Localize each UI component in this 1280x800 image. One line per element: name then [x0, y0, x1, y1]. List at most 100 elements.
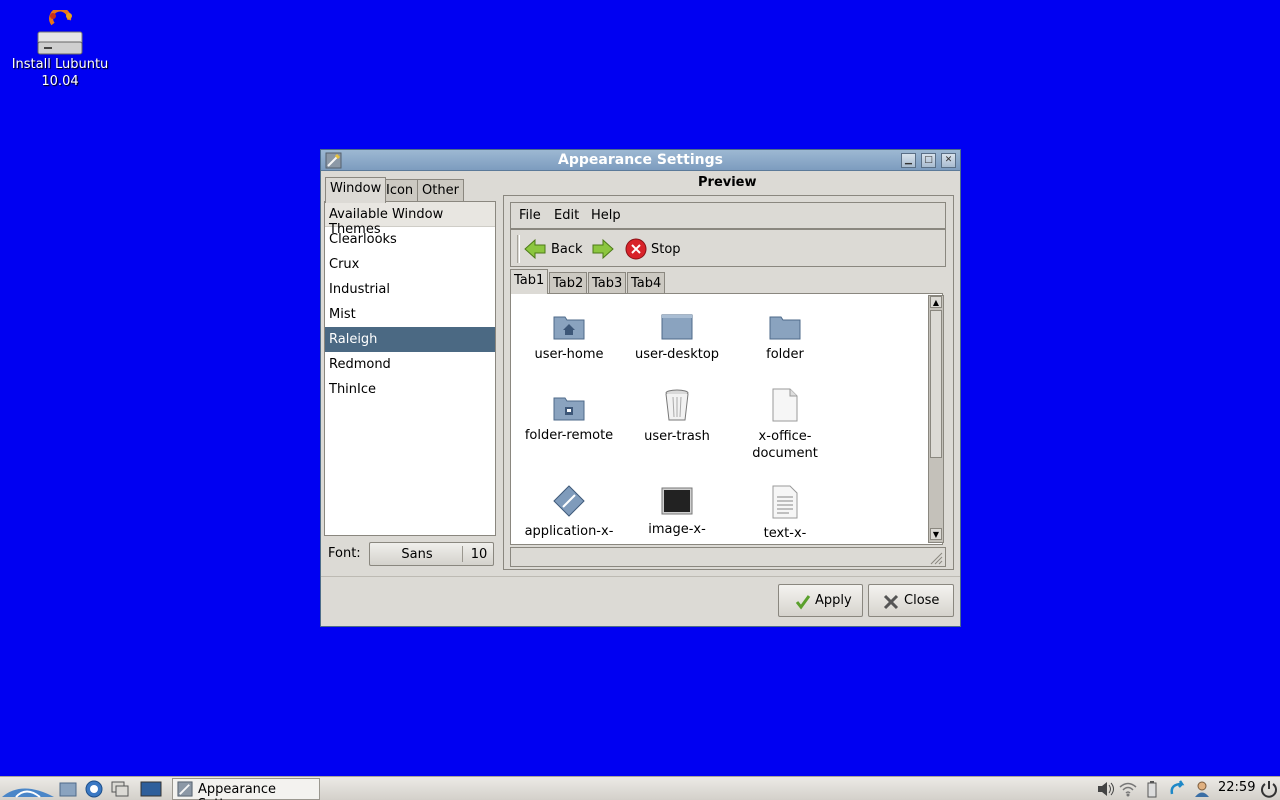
user-desktop-icon: [661, 314, 693, 340]
preview-toolbar: Back Stop: [510, 229, 946, 267]
appearance-task-icon: [177, 781, 193, 797]
file-manager-icon: [59, 782, 77, 797]
toolbar-grip[interactable]: [517, 235, 520, 263]
folder-remote-icon: [553, 397, 585, 421]
icon-label-user-desktop: user-desktop: [634, 347, 720, 362]
theme-item-mist[interactable]: Mist: [325, 302, 495, 327]
workspace-icon: [140, 781, 162, 797]
font-label: Font:: [328, 546, 361, 561]
task-appearance-settings[interactable]: Appearance Sett...: [172, 778, 320, 800]
resize-grip-icon: [930, 552, 943, 565]
menu-help[interactable]: Help: [591, 208, 621, 223]
desktop-icon-label-line1: Install Lubuntu: [11, 57, 109, 72]
font-row: Font: Sans 10: [324, 538, 496, 568]
folder-icon: [769, 316, 801, 340]
back-label: Back: [551, 242, 583, 257]
icon-cell-folder-remote[interactable]: folder-remote: [515, 393, 623, 444]
icon-label-image-x: image-x-: [648, 522, 706, 537]
show-desktop-button[interactable]: [110, 780, 130, 798]
preview-statusbar: [510, 547, 946, 567]
clock[interactable]: 22:59: [1218, 780, 1255, 795]
theme-item-industrial[interactable]: Industrial: [325, 277, 495, 302]
forward-arrow-icon: [592, 238, 614, 260]
theme-item-redmond[interactable]: Redmond: [325, 352, 495, 377]
scroll-up-icon[interactable]: ▲: [930, 296, 942, 308]
update-icon: [1170, 780, 1185, 795]
network-tray[interactable]: [1118, 780, 1138, 798]
tab-tab2[interactable]: Tab2: [549, 272, 588, 294]
scroll-down-icon[interactable]: ▼: [930, 528, 942, 540]
user-home-icon: [553, 316, 585, 340]
preview-icon-view: user-home user-desktop folder folder-rem…: [510, 293, 943, 545]
icon-label-folder: folder: [766, 347, 804, 362]
theme-item-crux[interactable]: Crux: [325, 252, 495, 277]
window-titlebar[interactable]: Appearance Settings ▁ □ ✕: [321, 150, 960, 171]
forward-button[interactable]: [591, 238, 617, 262]
icon-cell-text-x[interactable]: text-x-: [731, 485, 839, 542]
preview-title: Preview: [698, 175, 757, 190]
x-office-document-icon: [772, 388, 798, 422]
volume-tray[interactable]: [1096, 780, 1116, 798]
icon-label-folder-remote: folder-remote: [524, 428, 614, 443]
dialog-button-bar: Apply Close: [321, 576, 960, 628]
themes-list-header[interactable]: Available Window Themes: [325, 202, 495, 237]
task-label: Appearance Sett...: [198, 782, 277, 800]
image-x-icon: [661, 487, 693, 515]
minimize-button[interactable]: ▁: [901, 153, 916, 168]
scroll-thumb[interactable]: [930, 310, 942, 458]
window-themes-list: Available Window Themes Clearlooks Crux …: [324, 201, 496, 536]
tab-icon[interactable]: Icon: [381, 179, 419, 202]
icon-cell-user-desktop[interactable]: user-desktop: [623, 312, 731, 363]
menu-edit[interactable]: Edit: [554, 208, 579, 223]
icon-cell-user-home[interactable]: user-home: [515, 312, 623, 363]
desktop-pager[interactable]: [140, 780, 162, 798]
wifi-icon: [1119, 782, 1137, 797]
close-x-icon: [883, 594, 899, 610]
desktop-icon-install-lubuntu[interactable]: Install Lubuntu 10.04: [8, 7, 112, 90]
browser-launcher[interactable]: [84, 780, 104, 798]
battery-tray[interactable]: [1144, 780, 1164, 798]
tab-tab3[interactable]: Tab3: [588, 272, 627, 294]
close-button[interactable]: Close: [868, 584, 954, 617]
icon-label-text-x: text-x-: [763, 526, 807, 541]
close-icon: ✕: [944, 155, 953, 165]
icon-cell-user-trash[interactable]: user-trash: [623, 388, 731, 445]
tab-window[interactable]: Window: [325, 177, 387, 203]
install-drive-icon: [35, 7, 85, 56]
text-x-icon: [772, 485, 798, 519]
close-window-button[interactable]: ✕: [941, 153, 956, 168]
theme-item-thinice[interactable]: ThinIce: [325, 377, 495, 402]
icon-cell-x-office-document[interactable]: x-office- document: [731, 388, 839, 462]
apply-label: Apply: [815, 593, 852, 608]
preview-vertical-scrollbar[interactable]: ▲ ▼: [928, 295, 944, 543]
preview-frame: File Edit Help Back Stop Tab1 Tab2 Tab3 …: [503, 195, 954, 570]
theme-item-raleigh[interactable]: Raleigh: [325, 327, 495, 352]
file-manager-launcher[interactable]: [58, 780, 78, 798]
appearance-settings-window: Appearance Settings ▁ □ ✕ Window Icon Ot…: [320, 149, 961, 627]
browser-icon: [85, 780, 103, 798]
back-arrow-icon: [524, 238, 546, 260]
icon-cell-image-x[interactable]: image-x-: [623, 487, 731, 538]
icon-cell-application-x[interactable]: application-x-: [515, 485, 623, 540]
icon-label-x-office-document-line2: document: [752, 446, 818, 461]
tab-tab4[interactable]: Tab4: [627, 272, 666, 294]
font-chooser-button[interactable]: Sans 10: [369, 542, 494, 566]
taskbar: Appearance Sett... 22:59: [0, 776, 1280, 800]
tab-tab1[interactable]: Tab1: [510, 269, 549, 294]
icon-cell-folder[interactable]: folder: [731, 312, 839, 363]
application-x-icon: [553, 485, 585, 517]
icon-label-user-home: user-home: [534, 347, 604, 362]
user-tray[interactable]: [1192, 780, 1212, 798]
update-tray[interactable]: [1168, 780, 1188, 798]
logout-button[interactable]: [1260, 780, 1280, 798]
user-trash-icon: [665, 389, 689, 421]
maximize-button[interactable]: □: [921, 153, 936, 168]
stop-label: Stop: [651, 242, 681, 257]
tab-other[interactable]: Other: [417, 179, 464, 202]
apply-button[interactable]: Apply: [778, 584, 863, 617]
stop-button[interactable]: Stop: [625, 238, 687, 262]
menu-file[interactable]: File: [519, 208, 541, 223]
close-label: Close: [904, 593, 940, 608]
back-button[interactable]: Back: [523, 238, 585, 262]
start-menu-button[interactable]: [2, 780, 54, 798]
